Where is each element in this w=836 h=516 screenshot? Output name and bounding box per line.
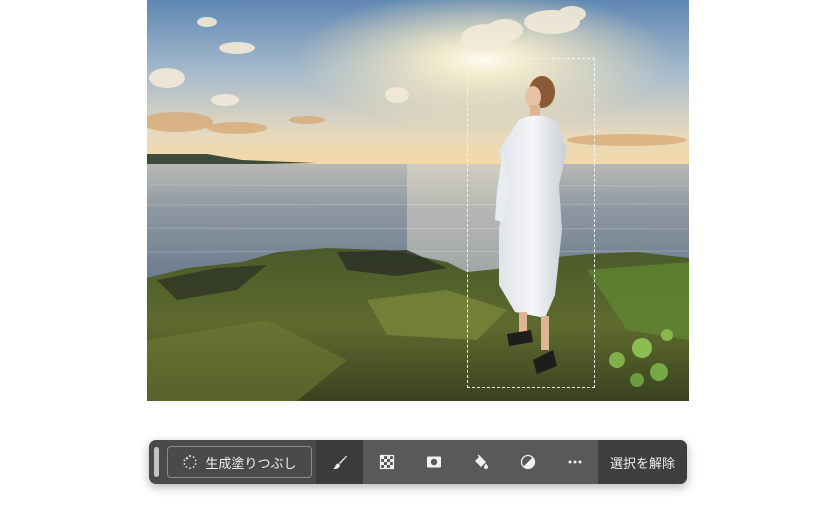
paint-bucket-tool-button[interactable]	[457, 440, 504, 484]
deselect-button[interactable]: 選択を解除	[598, 440, 687, 484]
selection-tools-group	[363, 440, 598, 484]
seaside-photo	[147, 0, 689, 401]
generative-fill-label: 生成塗りつぶし	[205, 456, 297, 472]
paint-bucket-icon	[474, 454, 488, 469]
contextual-task-bar: 生成塗りつぶし 選択を解除	[149, 440, 687, 484]
adjustment-circle-icon	[520, 454, 535, 470]
drag-handle[interactable]	[154, 447, 159, 477]
sparkle-dotted-circle-icon	[183, 455, 197, 470]
tool-group	[316, 440, 598, 484]
selection-marquee[interactable]	[467, 58, 595, 388]
brush-icon	[332, 455, 347, 469]
transparency-grid-icon	[379, 454, 394, 470]
mask-icon	[426, 456, 441, 468]
deselect-label: 選択を解除	[609, 456, 675, 472]
adjustment-tool-button[interactable]	[504, 440, 551, 484]
mask-tool-button[interactable]	[410, 440, 457, 484]
more-options-button[interactable]	[551, 440, 598, 484]
photo-canvas[interactable]	[147, 0, 689, 401]
generative-fill-button[interactable]: 生成塗りつぶし	[167, 446, 312, 478]
brush-tool-button[interactable]	[316, 440, 363, 484]
transparency-tool-button[interactable]	[363, 440, 410, 484]
more-icon	[568, 460, 581, 464]
